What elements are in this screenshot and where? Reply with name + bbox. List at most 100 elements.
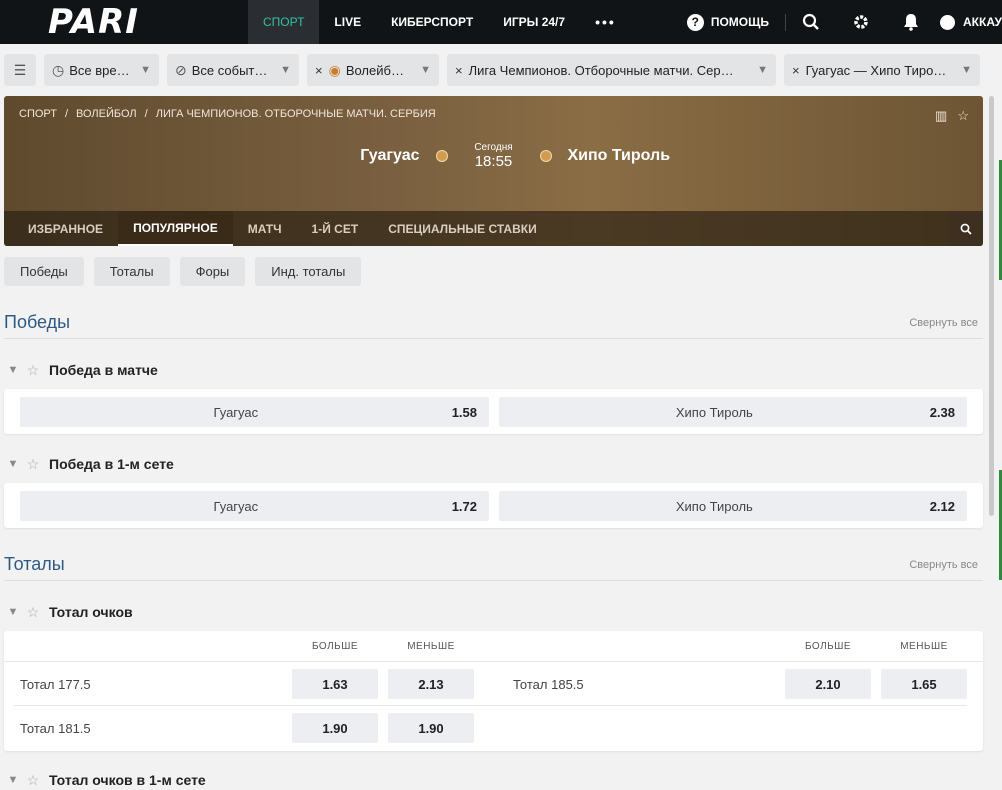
market-header-set1-total[interactable]: ▼ ☆ Тотал очков в 1-м сете [4,768,206,790]
clock-icon: ◷ [52,61,65,78]
market-card-total-points: БОЛЬШЕ МЕНЬШЕ БОЛЬШЕ МЕНЬШЕ Тотал 177.5 … [4,631,983,751]
under-header: МЕНЬШЕ [407,641,455,652]
odd-label: Хипо Тироль [675,404,753,420]
breadcrumb: СПОРТ / ВОЛЕЙБОЛ / ЛИГА ЧЕМПИОНОВ. ОТБОР… [19,108,436,120]
pari-logo[interactable]: PARI [0,0,248,44]
compass-icon: ⊘ [175,61,187,78]
breadcrumb-separator: / [144,108,148,120]
pill-ind-totals[interactable]: Инд. тоталы [255,257,362,286]
odd-under[interactable]: 1.90 [388,713,474,743]
time-filter[interactable]: ◷ Все вре… ▼ [44,54,159,86]
tab-special[interactable]: СПЕЦИАЛЬНЫЕ СТАВКИ [373,211,552,246]
tab-favorites[interactable]: ИЗБРАННОЕ [4,211,118,246]
search-icon [960,223,972,235]
sliders-icon: ☰ [13,61,27,78]
section-title: Тоталы [4,554,65,574]
chevron-down-icon: ▼ [140,64,151,76]
chevron-down-icon: ▼ [757,64,768,76]
star-icon[interactable]: ☆ [22,456,44,473]
odd-label: Гуагуас [213,404,259,420]
tab-popular[interactable]: ПОПУЛЯРНОЕ [118,211,233,246]
events-filter-label: Все событ… [191,62,268,78]
pill-handicaps[interactable]: Форы [179,257,246,286]
odd-home[interactable]: Гуагуас 1.72 [20,491,489,521]
breadcrumb-volleyball[interactable]: ВОЛЕЙБОЛ [76,108,137,120]
pill-totals[interactable]: Тоталы [93,257,170,286]
collapse-all-link[interactable]: Свернуть все [909,317,983,329]
odd-home[interactable]: Гуагуас 1.58 [20,397,489,427]
market-title: Победа в матче [49,362,158,378]
section-title: Победы [4,312,71,332]
nav-esports[interactable]: КИБЕРСПОРТ [376,0,488,44]
market-header-total-points[interactable]: ▼ ☆ Тотал очков [4,600,133,624]
close-icon[interactable]: × [792,63,800,78]
market-search-button[interactable] [948,211,983,246]
scrollbar[interactable] [989,96,994,516]
odd-under[interactable]: 2.13 [388,669,474,699]
star-icon[interactable]: ☆ [22,362,44,379]
volleyball-icon: ◉ [328,61,341,78]
filter-settings-button[interactable]: ☰ [4,54,36,86]
odd-away[interactable]: Хипо Тироль 2.12 [499,491,967,521]
chevron-down-icon: ▼ [420,64,431,76]
sport-filter[interactable]: × ◉ Волейб… ▼ [307,54,439,86]
market-tabs: ИЗБРАННОЕ ПОПУЛЯРНОЕ МАТЧ 1-Й СЕТ СПЕЦИА… [4,211,983,246]
divider [14,705,967,706]
market-header-set1-win[interactable]: ▼ ☆ Победа в 1-м сете [4,452,174,476]
odd-over[interactable]: 2.10 [785,669,871,699]
star-icon[interactable]: ☆ [22,604,44,621]
star-icon[interactable]: ☆ [22,772,44,789]
collapse-all-link[interactable]: Свернуть все [909,559,983,571]
account-button[interactable]: АККАУ [936,14,1002,30]
home-team: Гуагуас [360,147,420,164]
chevron-down-icon: ▼ [280,64,291,76]
section-totals: Тоталы Свернуть все [4,549,983,581]
match-info: Гуагуас Сегодня 18:55 Хипо Тироль [4,142,983,170]
total-line-label: Тотал 185.5 [513,677,584,692]
match-clock: 18:55 [474,153,513,170]
close-icon[interactable]: × [455,63,463,78]
tab-match[interactable]: МАТЧ [233,211,297,246]
filter-bar: ☰ ◷ Все вре… ▼ ⊘ Все событ… ▼ × ◉ Волейб… ▼ × Ли… [4,54,982,86]
chevron-down-icon[interactable]: ▼ [4,774,22,786]
odd-away[interactable]: Хипо Тироль 2.38 [499,397,967,427]
league-filter[interactable]: × Лига Чемпионов. Отборочные матчи. Сер… ▼ [447,54,776,86]
odd-over[interactable]: 1.63 [292,669,378,699]
breadcrumb-league[interactable]: ЛИГА ЧЕМПИОНОВ. ОТБОРОЧНЫЕ МАТЧИ. СЕРБИЯ [156,108,436,120]
settings-button[interactable] [836,0,886,44]
market-title: Тотал очков [49,604,133,620]
section-wins: Победы Свернуть все [4,307,983,339]
match-filter-label: Гуагуас — Хипо Тиро… [805,62,947,78]
nav-games[interactable]: ИГРЫ 24/7 [488,0,580,44]
chevron-down-icon[interactable]: ▼ [4,458,22,470]
home-team-icon [435,150,448,162]
chevron-down-icon[interactable]: ▼ [4,364,22,376]
chevron-down-icon: ▼ [961,64,972,76]
nav-more[interactable]: ••• [580,0,631,44]
breadcrumb-sport[interactable]: СПОРТ [19,108,57,120]
help-button[interactable]: ? ПОМОЩЬ [686,13,786,31]
over-header: БОЛЬШЕ [804,641,852,652]
match-filter[interactable]: × Гуагуас — Хипо Тиро… ▼ [784,54,980,86]
close-icon[interactable]: × [315,63,323,78]
stats-icon[interactable]: ▥ [935,108,947,124]
market-title: Тотал очков в 1-м сете [49,772,206,788]
market-header-match-win[interactable]: ▼ ☆ Победа в матче [4,358,158,382]
tab-set1[interactable]: 1-Й СЕТ [297,211,374,246]
sport-filter-label: Волейб… [345,62,404,78]
pill-wins[interactable]: Победы [4,257,84,286]
nav-sport[interactable]: СПОРТ [248,0,320,44]
total-line-label: Тотал 181.5 [20,721,91,736]
total-line-label: Тотал 177.5 [20,677,91,692]
match-time: Сегодня 18:55 [464,142,524,170]
chevron-down-icon[interactable]: ▼ [4,606,22,618]
notifications-button[interactable] [886,0,936,44]
nav-live[interactable]: LIVE [319,0,376,44]
odd-under[interactable]: 1.65 [881,669,967,699]
events-filter[interactable]: ⊘ Все событ… ▼ [167,54,299,86]
time-filter-label: Все вре… [69,62,130,78]
favorite-star-icon[interactable]: ☆ [957,108,969,124]
odd-over[interactable]: 1.90 [292,713,378,743]
search-button[interactable] [786,0,836,44]
odd-label: Гуагуас [213,498,259,514]
